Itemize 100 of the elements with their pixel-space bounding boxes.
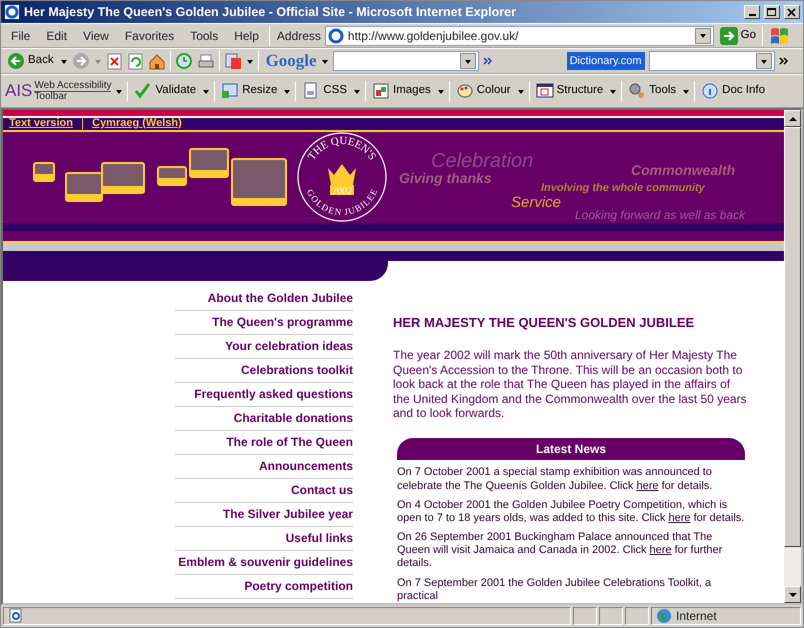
top-link[interactable]: Cymraeg (Welsh) [92, 114, 182, 132]
search-field[interactable] [648, 51, 775, 71]
details-link[interactable]: here [636, 480, 659, 492]
down-arrow-icon[interactable] [788, 592, 796, 598]
page-icon [8, 608, 24, 624]
photo-placeholder [189, 148, 229, 178]
caret-icon[interactable] [202, 88, 210, 94]
top-link[interactable]: Text version [9, 114, 73, 132]
toolbar-button[interactable]: Colour [454, 80, 513, 102]
dictionary-logo[interactable]: Dictionary.com [566, 52, 645, 70]
nav-link[interactable]: Poetry competition [175, 574, 353, 599]
maximize-button[interactable] [764, 5, 780, 19]
photo-placeholder [101, 162, 145, 194]
close-button[interactable] [784, 5, 800, 19]
details-link[interactable]: here [650, 544, 672, 556]
window-icon [221, 82, 240, 100]
nav-link[interactable]: The Queen's programme [175, 310, 353, 335]
layout-icon [536, 82, 554, 100]
caret-icon [760, 58, 768, 64]
status-panel [573, 607, 597, 625]
toolbar-name: Toolbar [34, 92, 68, 102]
address-label: Address [276, 28, 321, 44]
chevron-icon[interactable] [778, 56, 789, 66]
banner-text: Service [511, 194, 562, 213]
banner-text: Commonwealth [631, 161, 736, 180]
print-icon[interactable] [196, 53, 215, 69]
caret-icon[interactable] [115, 88, 124, 94]
chevron-icon[interactable] [482, 56, 493, 66]
home-icon[interactable] [148, 52, 166, 70]
nav-link[interactable]: Charitable donations [175, 406, 353, 431]
menu-item[interactable]: Edit [40, 26, 74, 44]
nav-link[interactable]: About the Golden Jubilee [175, 286, 353, 311]
stop-icon[interactable] [106, 52, 123, 70]
nav-link[interactable]: Frequently asked questions [175, 382, 353, 407]
caret-icon [464, 58, 472, 64]
nav-link[interactable]: Contact us [175, 478, 353, 503]
up-arrow-icon[interactable] [788, 116, 796, 122]
nav-link[interactable]: Announcements [175, 454, 353, 479]
caret-icon[interactable] [353, 88, 362, 94]
history-icon[interactable] [174, 52, 193, 70]
toolbar-name: Web Accessibility [34, 80, 112, 92]
go-button[interactable]: Go [718, 24, 758, 46]
photo-placeholder [157, 166, 187, 186]
caret-icon[interactable] [682, 88, 690, 94]
toolbar-button[interactable]: Images [370, 80, 433, 102]
toolbar-button[interactable]: Doc Info [699, 80, 767, 102]
minimize-icon [748, 14, 756, 16]
details-link[interactable]: here [668, 512, 691, 524]
minimize-button[interactable] [744, 5, 760, 19]
address-field[interactable]: http://www.goldenjubilee.gov.uk/ [324, 26, 714, 46]
news-item: On 7 October 2001 a special stamp exhibition was announced to celebrate the The Queenís Golden Jubilee. Click here for details. [397, 466, 714, 493]
nav-link[interactable]: Your celebration ideas [175, 334, 353, 359]
url-text: http://www.goldenjubilee.gov.uk/ [348, 28, 518, 44]
menu-item[interactable]: Tools [184, 26, 224, 44]
toolbar-button[interactable]: Validate [132, 80, 198, 102]
page-heading: HER MAJESTY THE QUEEN'S GOLDEN JUBILEE [393, 314, 696, 332]
dropdown-button[interactable] [694, 28, 711, 44]
ais-logo[interactable]: AIS [5, 78, 32, 104]
zone-label: Internet [676, 608, 717, 625]
scrollbar[interactable] [784, 110, 801, 603]
banner-text: Looking forward as well as back [575, 207, 746, 224]
dropdown-button[interactable] [460, 53, 476, 69]
search-field[interactable] [332, 51, 479, 71]
toolbar-button[interactable]: Structure [534, 80, 606, 102]
menu-item[interactable]: Favorites [118, 26, 180, 44]
separator-text: | [81, 115, 84, 132]
caret-icon[interactable] [516, 88, 525, 94]
toolbar-button[interactable]: Resize [219, 80, 280, 102]
globe-icon [656, 608, 672, 624]
maximize-icon [767, 8, 777, 16]
photo-placeholder [231, 158, 287, 206]
menu-item[interactable]: View [77, 26, 115, 44]
nav-link[interactable]: Useful links [175, 526, 353, 551]
toolbar-button[interactable]: CSS [300, 80, 350, 102]
news-item: On 4 October 2001 the Golden Jubilee Poetry Competition, which is open to 7 to 18 years olds, was added to this site. Click here for details. [397, 498, 745, 526]
menu-item[interactable]: File [5, 26, 36, 44]
window-title: Her Majesty The Queen's Golden Jubilee - Official Site - Microsoft Internet Explorer [24, 4, 517, 21]
info-icon [701, 82, 720, 100]
nav-link[interactable]: Celebrations toolkit [175, 358, 353, 383]
intro-paragraph: The year 2002 will mark the 50th anniversary of Her Majesty The Queen's Accession to the Throne. This will be an occasion both to look back at the role that The Queen has played in the affairs of the United Kingdom and the Commonwealth over the last 50 years and to look forwards. [393, 348, 748, 420]
caret-icon[interactable] [436, 88, 445, 94]
caret-icon[interactable] [60, 58, 68, 64]
back-button[interactable]: Back [5, 50, 56, 72]
toolbar-button[interactable]: Tools [626, 80, 678, 102]
caret-icon[interactable] [609, 88, 618, 94]
menu-item[interactable]: Help [228, 26, 265, 44]
status-panel [599, 607, 623, 625]
news-item: On 26 September 2001 Buckingham Palace announced that The Queen will visit Jamaica and Canada in 2002. Click here for further details. [397, 531, 724, 571]
dropdown-button[interactable] [756, 53, 772, 69]
refresh-icon[interactable] [126, 52, 144, 70]
nav-link[interactable]: Emblem & souvenir guidelines [175, 550, 353, 575]
caret-icon[interactable] [320, 58, 329, 64]
caret-icon[interactable] [246, 58, 254, 64]
caret-icon[interactable] [283, 88, 292, 94]
nav-link[interactable]: The role of The Queen [175, 430, 353, 455]
banner-text: Involving the whole community [541, 181, 705, 196]
image-icon [372, 82, 390, 100]
nav-link[interactable]: The Silver Jubilee year [175, 502, 353, 527]
photo-placeholder [65, 172, 103, 202]
photo-placeholder [33, 162, 55, 182]
